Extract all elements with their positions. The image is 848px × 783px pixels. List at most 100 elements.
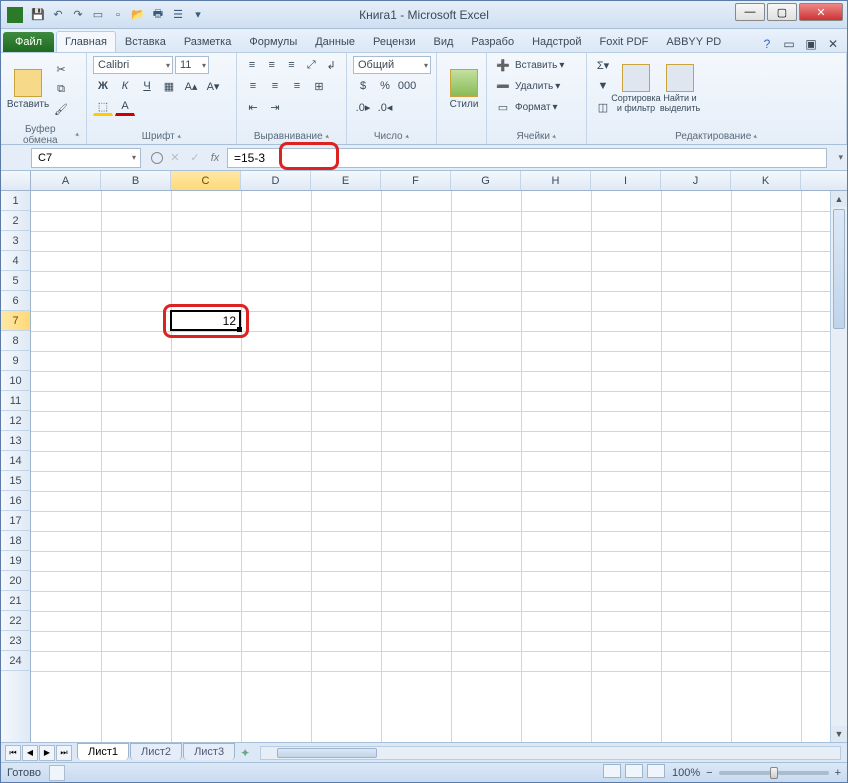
qat-open-icon[interactable]: 📂 (129, 6, 147, 24)
italic-button[interactable]: К (115, 77, 135, 95)
row-header-10[interactable]: 10 (1, 371, 30, 391)
new-sheet-icon[interactable]: ✦ (240, 746, 250, 760)
qat-redo-icon[interactable]: ↷ (69, 6, 87, 24)
sheet-prev-icon[interactable]: ◀ (22, 745, 38, 761)
row-header-9[interactable]: 9 (1, 351, 30, 371)
merge-icon[interactable]: ⊞ (309, 77, 329, 95)
col-header-H[interactable]: H (521, 171, 591, 190)
font-name-combo[interactable]: Calibri (93, 56, 173, 74)
row-header-18[interactable]: 18 (1, 531, 30, 551)
qat-print-preview-icon[interactable]: ▭ (89, 6, 107, 24)
row-header-22[interactable]: 22 (1, 611, 30, 631)
copy-icon[interactable]: ⧉ (51, 80, 71, 98)
cut-icon[interactable]: ✂ (51, 60, 71, 78)
currency-icon[interactable]: $ (353, 77, 373, 95)
col-header-K[interactable]: K (731, 171, 801, 190)
indent-decrease-icon[interactable]: ⇤ (243, 98, 263, 116)
col-header-G[interactable]: G (451, 171, 521, 190)
number-format-combo[interactable]: Общий (353, 56, 431, 74)
underline-button[interactable]: Ч (137, 77, 157, 95)
paste-button[interactable]: Вставить (7, 56, 49, 122)
align-left-icon[interactable]: ≡ (243, 77, 263, 95)
font-grow-icon[interactable]: A▴ (181, 77, 201, 95)
zoom-slider-knob[interactable] (770, 767, 778, 779)
delete-cells-button[interactable]: ➖Удалить▾ (493, 77, 580, 95)
format-cells-button[interactable]: ▭Формат▾ (493, 98, 580, 116)
row-header-21[interactable]: 21 (1, 591, 30, 611)
file-tab[interactable]: Файл (3, 32, 54, 52)
tab-developer[interactable]: Разрабо (462, 31, 523, 52)
sheet-first-icon[interactable]: ⏮ (5, 745, 21, 761)
zoom-in-icon[interactable]: + (835, 767, 841, 779)
font-size-combo[interactable]: 11 (175, 56, 209, 74)
tab-home[interactable]: Главная (56, 31, 116, 52)
zoom-slider[interactable] (719, 771, 829, 775)
vertical-scrollbar[interactable]: ▲ ▼ (830, 191, 847, 742)
fill-handle[interactable] (237, 327, 242, 332)
doc-close-icon[interactable]: ✕ (825, 36, 841, 52)
expand-formula-bar-icon[interactable]: ▾ (838, 152, 843, 163)
qat-save-icon[interactable]: 💾 (29, 6, 47, 24)
comma-icon[interactable]: 000 (397, 77, 417, 95)
zoom-level[interactable]: 100% (672, 767, 700, 779)
row-header-7[interactable]: 7 (1, 311, 30, 331)
horizontal-scrollbar[interactable] (260, 746, 841, 760)
row-header-24[interactable]: 24 (1, 651, 30, 671)
align-top-icon[interactable]: ≡ (243, 56, 261, 74)
fx-icon[interactable]: fx (207, 152, 223, 164)
enter-formula-icon[interactable]: ✓ (187, 151, 203, 164)
row-header-19[interactable]: 19 (1, 551, 30, 571)
ribbon-minimize-icon[interactable]: ▭ (781, 36, 797, 52)
tab-data[interactable]: Данные (306, 31, 364, 52)
autosum-icon[interactable]: Σ▾ (593, 56, 613, 74)
decrease-decimal-icon[interactable]: .0◂ (375, 98, 395, 116)
select-all-corner[interactable] (1, 171, 31, 190)
tab-foxit[interactable]: Foxit PDF (591, 31, 658, 52)
orientation-icon[interactable]: ⤢ (302, 56, 320, 74)
align-bottom-icon[interactable]: ≡ (283, 56, 301, 74)
bold-button[interactable]: Ж (93, 77, 113, 95)
row-header-12[interactable]: 12 (1, 411, 30, 431)
cell-grid[interactable]: 12 (31, 191, 847, 742)
qat-more-icon[interactable]: ▾ (189, 6, 207, 24)
zoom-out-icon[interactable]: − (706, 767, 712, 779)
row-header-8[interactable]: 8 (1, 331, 30, 351)
row-header-11[interactable]: 11 (1, 391, 30, 411)
page-break-view-icon[interactable] (647, 764, 665, 778)
vscroll-thumb[interactable] (833, 209, 845, 329)
col-header-I[interactable]: I (591, 171, 661, 190)
name-box-expand-icon[interactable] (151, 152, 163, 164)
sheet-last-icon[interactable]: ⏭ (56, 745, 72, 761)
indent-increase-icon[interactable]: ⇥ (265, 98, 285, 116)
wrap-text-icon[interactable]: ↲ (322, 56, 340, 74)
percent-icon[interactable]: % (375, 77, 395, 95)
page-layout-view-icon[interactable] (625, 764, 643, 778)
col-header-C[interactable]: C (171, 171, 241, 190)
sheet-tab-1[interactable]: Лист1 (77, 743, 129, 760)
font-shrink-icon[interactable]: A▾ (203, 77, 223, 95)
qat-new-icon[interactable]: ▫ (109, 6, 127, 24)
col-header-E[interactable]: E (311, 171, 381, 190)
tab-abbyy[interactable]: ABBYY PD (657, 31, 730, 52)
row-header-23[interactable]: 23 (1, 631, 30, 651)
doc-restore-icon[interactable]: ▣ (803, 36, 819, 52)
row-header-17[interactable]: 17 (1, 511, 30, 531)
format-painter-icon[interactable]: 🖌 (51, 100, 71, 118)
scroll-up-icon[interactable]: ▲ (831, 191, 847, 207)
border-icon[interactable]: ▦ (159, 77, 179, 95)
fill-icon[interactable]: ▼ (593, 77, 613, 95)
align-middle-icon[interactable]: ≡ (263, 56, 281, 74)
col-header-B[interactable]: B (101, 171, 171, 190)
row-header-1[interactable]: 1 (1, 191, 30, 211)
tab-view[interactable]: Вид (425, 31, 463, 52)
minimize-button[interactable]: — (735, 3, 765, 21)
normal-view-icon[interactable] (603, 764, 621, 778)
insert-cells-button[interactable]: ➕Вставить▾ (493, 56, 580, 74)
qat-undo-icon[interactable]: ↶ (49, 6, 67, 24)
qat-sort-icon[interactable]: ☰ (169, 6, 187, 24)
increase-decimal-icon[interactable]: .0▸ (353, 98, 373, 116)
tab-formulas[interactable]: Формулы (240, 31, 306, 52)
sheet-tab-2[interactable]: Лист2 (130, 743, 182, 760)
maximize-button[interactable]: ▢ (767, 3, 797, 21)
row-header-2[interactable]: 2 (1, 211, 30, 231)
